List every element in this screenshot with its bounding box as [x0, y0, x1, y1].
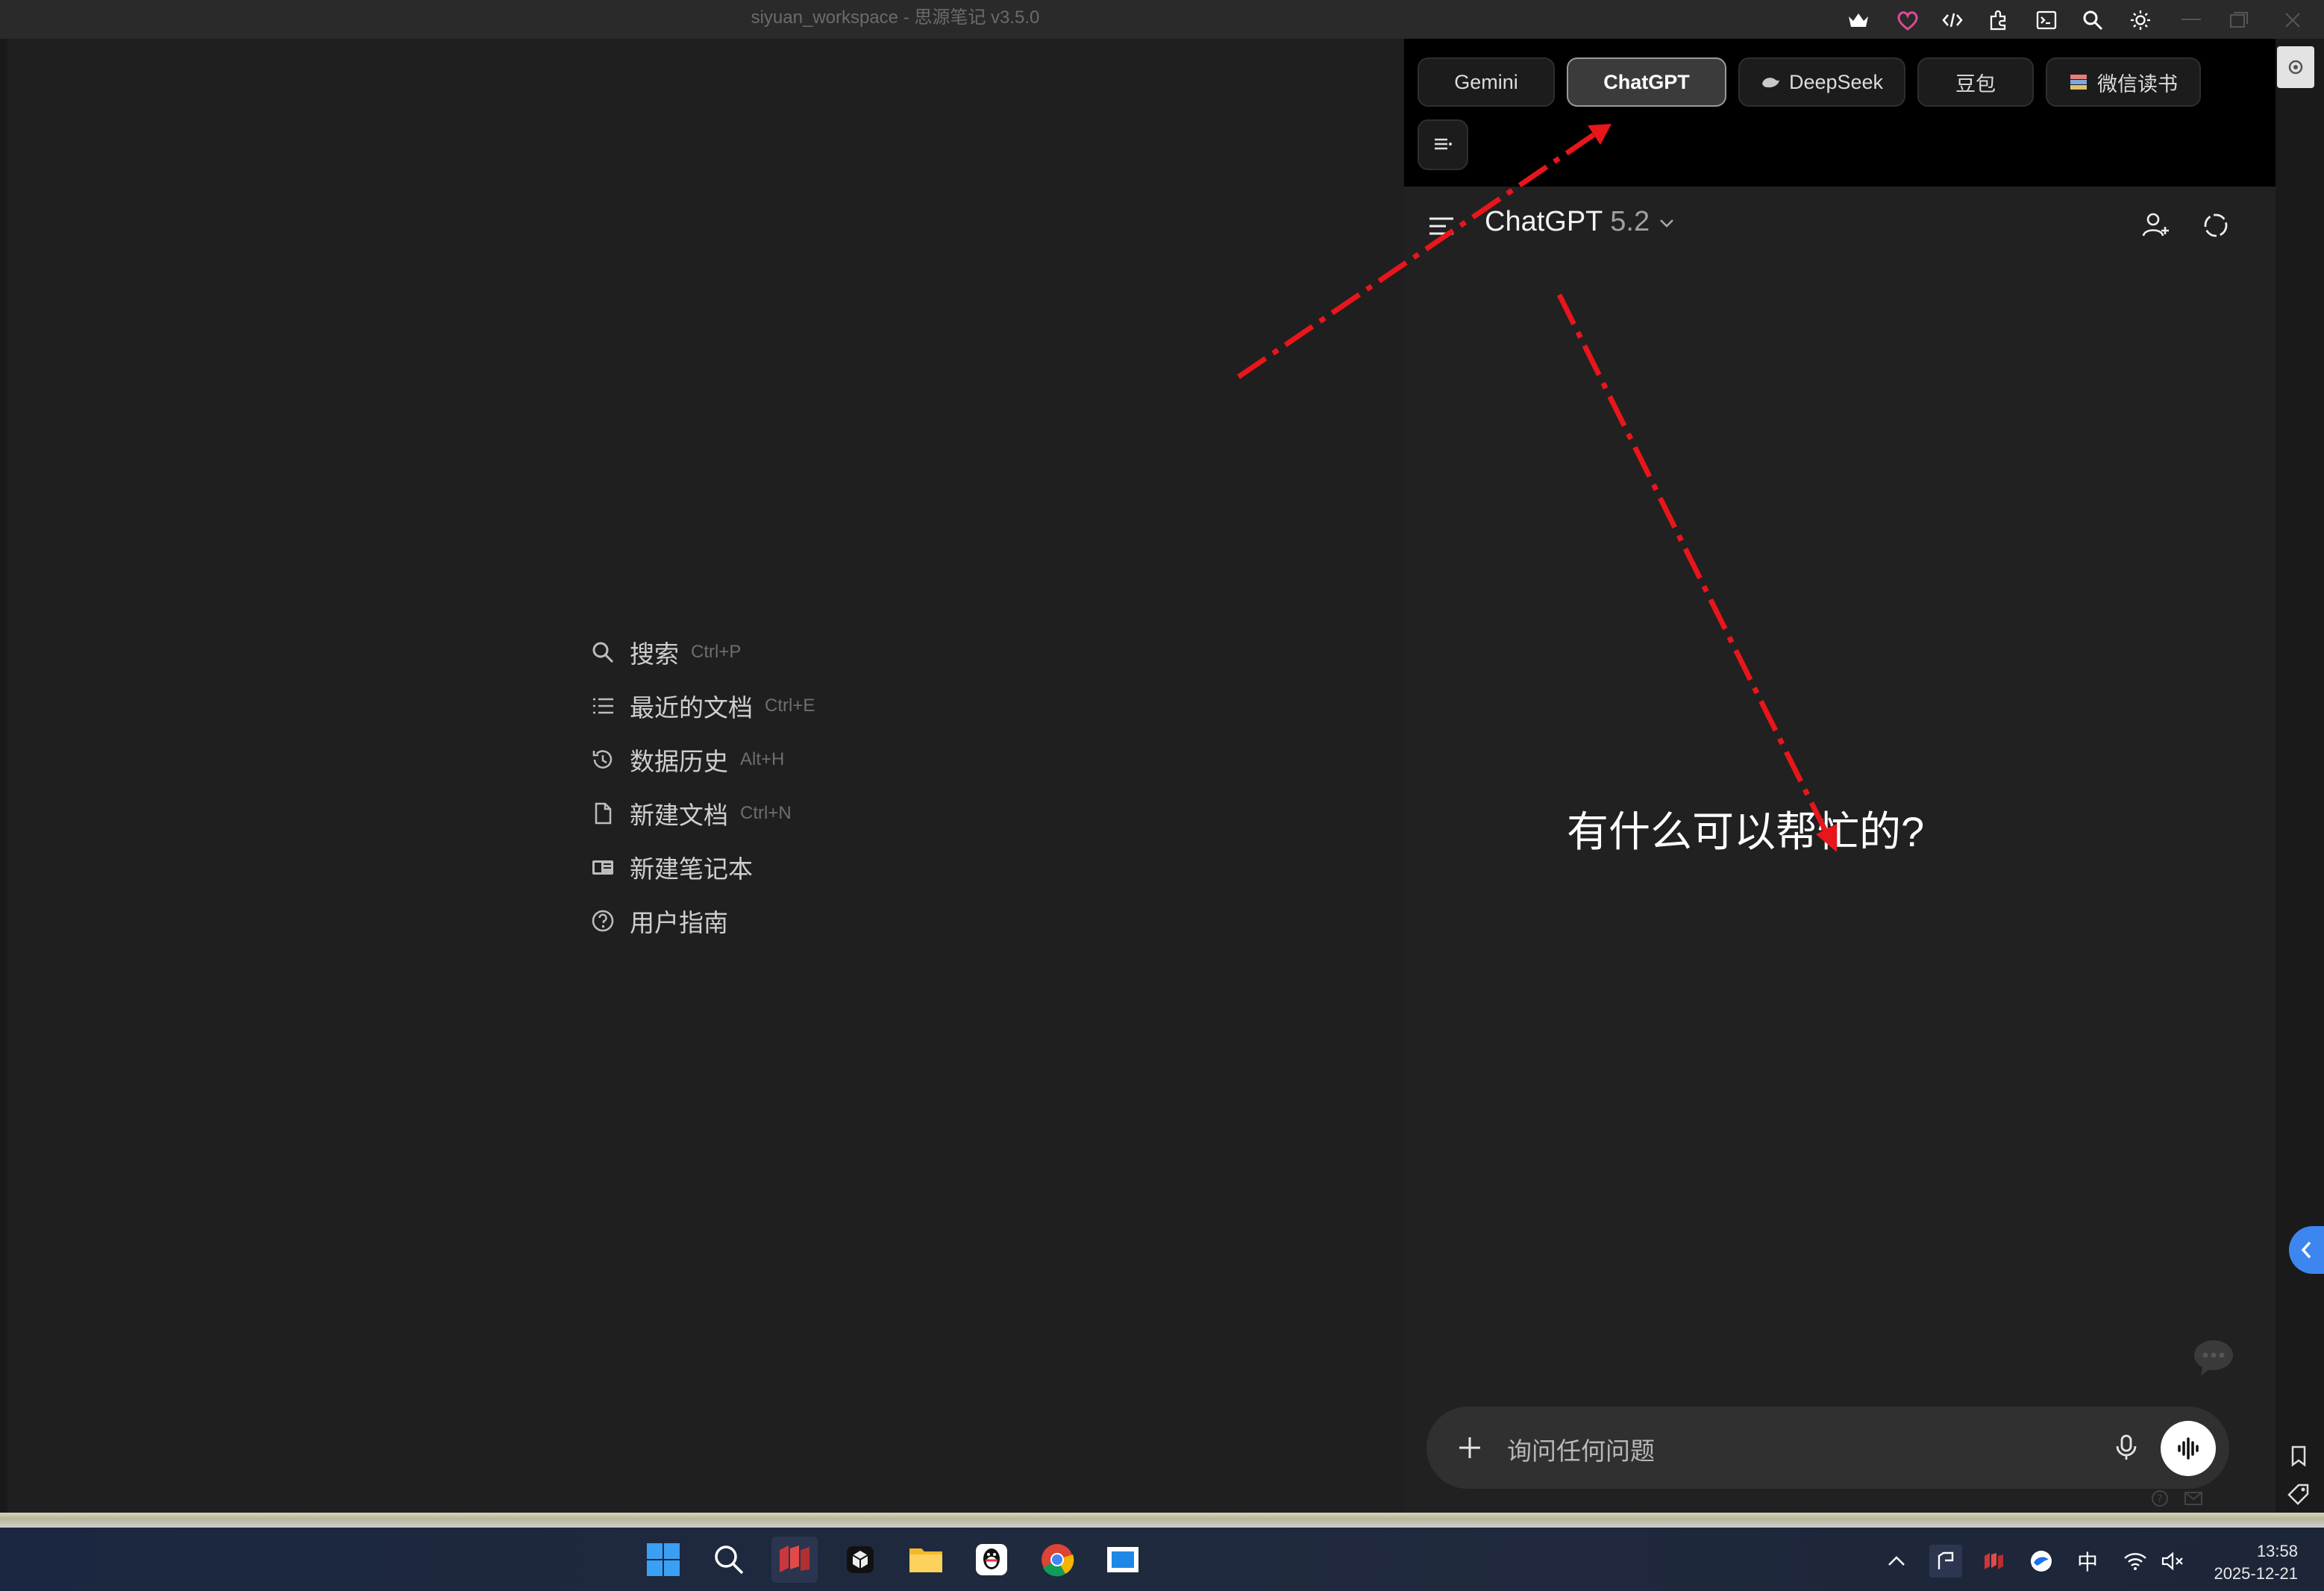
pen-tray-icon[interactable]	[1929, 1545, 1962, 1578]
window-app-icon[interactable]	[1100, 1537, 1146, 1583]
qq-app-icon[interactable]	[968, 1537, 1015, 1583]
chevron-up-icon[interactable]	[1880, 1545, 1913, 1578]
siyuan-app-icon[interactable]	[771, 1537, 818, 1583]
box-app-icon[interactable]	[837, 1537, 883, 1583]
taskbar-search-icon[interactable]	[706, 1537, 752, 1583]
clock-time: 13:58	[2256, 1542, 2298, 1560]
windows-start-icon[interactable]	[640, 1537, 686, 1583]
arrow-to-chatgpt-tab	[1237, 124, 1612, 379]
chrome-icon[interactable]	[1034, 1537, 1080, 1583]
clock-date: 2025-12-21	[2214, 1564, 2298, 1583]
arrow-to-greeting	[1556, 293, 1837, 852]
file-explorer-icon[interactable]	[903, 1537, 949, 1583]
taskbar-clock[interactable]: 13:58 2025-12-21	[2179, 1540, 2298, 1585]
taskbar	[0, 1528, 2324, 1591]
annotation-arrows	[1237, 124, 1837, 852]
siyuan-tray-icon[interactable]	[1977, 1545, 2010, 1578]
bird-tray-icon[interactable]	[2025, 1545, 2058, 1578]
taskbar-separator	[0, 1513, 2324, 1528]
ime-indicator[interactable]: 中	[2071, 1545, 2104, 1578]
wifi-icon[interactable]	[2119, 1545, 2152, 1578]
